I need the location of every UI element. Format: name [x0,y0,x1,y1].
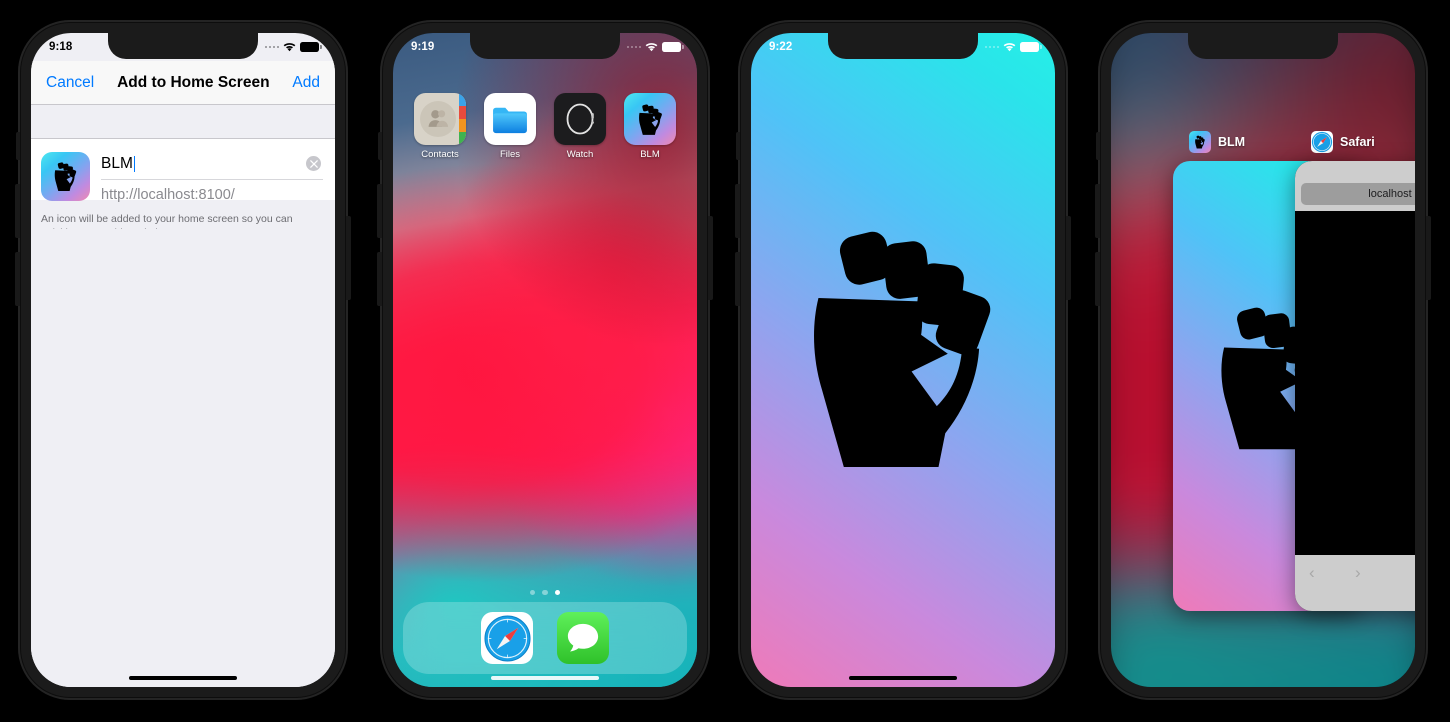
page-dot[interactable] [529,589,536,595]
card-header-blm[interactable]: BLM [1189,131,1245,153]
device-notch [108,33,258,59]
device-screen: 9:22 [751,33,1055,687]
blm-fist-icon [1189,131,1211,153]
power-button[interactable] [1066,216,1071,300]
power-button[interactable] [346,216,351,300]
silent-switch[interactable] [16,132,20,160]
blm-fist-icon [41,152,90,201]
page-dots[interactable] [393,589,697,595]
volume-up-button[interactable] [1095,184,1100,238]
app-label: BLM [640,149,660,160]
card-app-name: BLM [1218,135,1246,149]
sheet-body-area [31,229,335,687]
name-input[interactable]: BLM [101,149,323,180]
name-input-value: BLM [101,155,133,172]
device-screen: BLM Safari localhost ‹ › [1111,33,1415,687]
card-app-name: Safari [1340,135,1375,149]
power-button[interactable] [708,216,713,300]
device-screen: 9:18 Cancel Add to Home Screen Add BLM h… [31,33,335,687]
safari-url-bar[interactable]: localhost [1301,183,1415,205]
home-indicator[interactable] [849,675,957,680]
navigation-bar: Cancel Add to Home Screen Add [31,61,335,105]
volume-up-button[interactable] [377,184,382,238]
app-watch[interactable]: Watch [551,93,609,160]
add-to-home-screen-sheet: 9:18 Cancel Add to Home Screen Add BLM h… [31,33,335,687]
app-files[interactable]: Files [481,93,539,160]
device-screen: 9:19 Contacts Files Watch BLM [393,33,697,687]
safari-top-bar: localhost [1295,161,1415,211]
app-card-safari[interactable]: localhost ‹ › [1295,161,1415,611]
silent-switch[interactable] [736,132,740,160]
home-indicator[interactable] [491,675,599,680]
volume-up-button[interactable] [15,184,20,238]
volume-down-button[interactable] [735,252,740,306]
volume-up-button[interactable] [735,184,740,238]
safari-page-content [1295,211,1415,555]
page-title: Add to Home Screen [117,73,270,91]
phone-device-home-screen: 9:19 Contacts Files Watch BLM [377,20,713,700]
clear-icon[interactable] [306,156,321,171]
safari-bottom-toolbar: ‹ › [1295,555,1415,611]
phone-device-app-switcher: BLM Safari localhost ‹ › [1095,20,1431,700]
blm-fist-icon [624,93,676,145]
device-notch [1188,33,1338,59]
volume-down-button[interactable] [377,252,382,306]
app-label: Contacts [421,149,459,160]
wifi-icon [283,42,296,52]
dock [403,602,687,674]
battery-icon [300,42,322,52]
bookmark-form-cell: BLM http://localhost:8100/ [31,138,335,203]
status-bar-time: 9:18 [49,41,73,53]
blm-fist-icon [814,231,991,468]
device-notch [828,33,978,59]
app-label: Watch [566,149,594,160]
app-switcher: BLM Safari localhost ‹ › [1111,33,1415,687]
text-caret [133,156,136,172]
volume-down-button[interactable] [15,252,20,306]
safari-icon[interactable] [481,612,533,664]
volume-down-button[interactable] [1095,252,1100,306]
add-button[interactable]: Add [292,74,320,92]
silent-switch[interactable] [378,132,382,160]
home-indicator[interactable] [129,675,237,680]
power-button[interactable] [1426,216,1431,300]
app-blm[interactable]: BLM [621,93,679,160]
card-header-safari[interactable]: Safari [1311,131,1375,153]
device-notch [470,33,620,59]
url-value: http://localhost:8100/ [101,187,235,203]
page-dot-active[interactable] [554,589,561,595]
forward-button[interactable]: › [1355,563,1401,583]
phone-device-splash-screen: 9:22 [735,20,1071,700]
app-icon-grid: Contacts Files Watch BLM [393,93,697,160]
cancel-button[interactable]: Cancel [46,74,94,92]
app-label: Files [499,149,521,160]
silent-switch[interactable] [1096,132,1100,160]
safari-icon [1311,131,1333,153]
form-top-spacer [31,105,335,138]
back-button[interactable]: ‹ [1309,563,1355,583]
screenshot-stage: 9:18 Cancel Add to Home Screen Add BLM h… [0,0,1450,722]
app-contacts[interactable]: Contacts [411,93,469,160]
cellular-signal-icon [264,45,279,49]
watch-icon [554,93,606,145]
files-icon [484,93,536,145]
form-fields: BLM http://localhost:8100/ [101,149,323,210]
messages-icon[interactable] [557,612,609,664]
blm-splash-screen [751,33,1055,687]
phone-device-add-to-home-screen: 9:18 Cancel Add to Home Screen Add BLM h… [15,20,351,700]
status-bar-indicators [264,42,322,52]
contacts-icon [414,93,466,145]
page-dot[interactable] [542,589,548,595]
